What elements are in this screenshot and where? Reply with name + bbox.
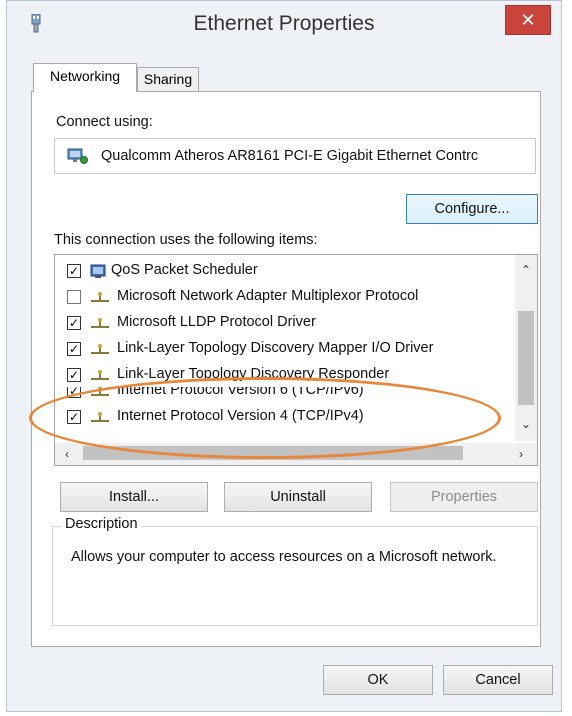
protocol-icon (91, 318, 109, 328)
description-text: Allows your computer to access resources… (71, 549, 497, 565)
network-service-icon (90, 264, 106, 278)
protocol-icon (91, 412, 109, 422)
checkbox[interactable]: ✓ (67, 342, 81, 356)
list-item-label: Link-Layer Topology Discovery Responder (117, 366, 390, 382)
list-item[interactable]: ✓ Internet Protocol Version 6 (TCP/IPv6) (55, 387, 515, 403)
adapter-name: Qualcomm Atheros AR8161 PCI-E Gigabit Et… (101, 148, 479, 164)
description-group: Description Allows your computer to acce… (52, 516, 538, 626)
checkbox[interactable]: ✓ (67, 368, 81, 382)
list-item-label: Internet Protocol Version 4 (TCP/IPv4) (117, 408, 364, 424)
horizontal-scrollbar[interactable]: ‹ › (55, 443, 537, 465)
list-item-label: Link-Layer Topology Discovery Mapper I/O… (117, 340, 434, 356)
protocol-icon (91, 387, 109, 396)
networking-panel: Connect using: Qualcomm Atheros AR8161 P… (31, 91, 541, 647)
tab-sharing[interactable]: Sharing (137, 67, 199, 92)
uninstall-button[interactable]: Uninstall (224, 482, 372, 512)
list-item-label: Internet Protocol Version 6 (TCP/IPv6) (117, 387, 364, 398)
configure-button[interactable]: Configure... (406, 194, 538, 224)
adapter-field[interactable]: Qualcomm Atheros AR8161 PCI-E Gigabit Et… (54, 138, 536, 174)
scroll-right-icon[interactable]: › (511, 445, 531, 463)
cancel-button[interactable]: Cancel (443, 665, 553, 695)
protocol-icon (91, 292, 109, 302)
connect-using-label: Connect using: (56, 114, 153, 130)
items-list[interactable]: ✓ QoS Packet Scheduler Microsoft Network… (54, 254, 538, 466)
scroll-left-icon[interactable]: ‹ (57, 445, 77, 463)
network-card-icon (67, 148, 88, 164)
vertical-scrollbar[interactable]: ⌃ ⌄ (515, 255, 537, 441)
protocol-icon (91, 370, 109, 380)
ok-button[interactable]: OK (323, 665, 433, 695)
list-item[interactable]: Microsoft Network Adapter Multiplexor Pr… (55, 285, 515, 311)
list-item-label: Microsoft Network Adapter Multiplexor Pr… (117, 288, 419, 304)
properties-button[interactable]: Properties (390, 482, 538, 512)
description-legend: Description (61, 516, 142, 532)
items-label: This connection uses the following items… (54, 232, 318, 248)
ethernet-properties-dialog: Ethernet Properties ✕ Networking Sharing… (6, 0, 562, 712)
list-item[interactable]: ✓ Internet Protocol Version 4 (TCP/IPv4) (55, 405, 515, 431)
scroll-thumb[interactable] (83, 446, 463, 460)
tab-networking[interactable]: Networking (33, 63, 137, 92)
checkbox[interactable] (67, 290, 81, 304)
checkbox[interactable]: ✓ (67, 410, 81, 424)
scroll-thumb[interactable] (518, 311, 534, 405)
title-bar: Ethernet Properties ✕ (7, 1, 561, 45)
list-item[interactable]: ✓ Link-Layer Topology Discovery Responde… (55, 363, 515, 389)
list-item-label: QoS Packet Scheduler (111, 262, 258, 278)
scroll-up-icon[interactable]: ⌃ (516, 261, 536, 279)
install-button[interactable]: Install... (60, 482, 208, 512)
list-item-label: Microsoft LLDP Protocol Driver (117, 314, 316, 330)
window-title: Ethernet Properties (193, 12, 375, 35)
checkbox[interactable]: ✓ (67, 264, 81, 278)
checkbox[interactable]: ✓ (67, 387, 81, 398)
close-button[interactable]: ✕ (505, 5, 551, 35)
scroll-down-icon[interactable]: ⌄ (516, 415, 536, 433)
list-item[interactable]: ✓ QoS Packet Scheduler (55, 259, 515, 285)
list-item[interactable]: ✓ Link-Layer Topology Discovery Mapper I… (55, 337, 515, 363)
protocol-icon (91, 344, 109, 354)
checkbox[interactable]: ✓ (67, 316, 81, 330)
list-item[interactable]: ✓ Microsoft LLDP Protocol Driver (55, 311, 515, 337)
